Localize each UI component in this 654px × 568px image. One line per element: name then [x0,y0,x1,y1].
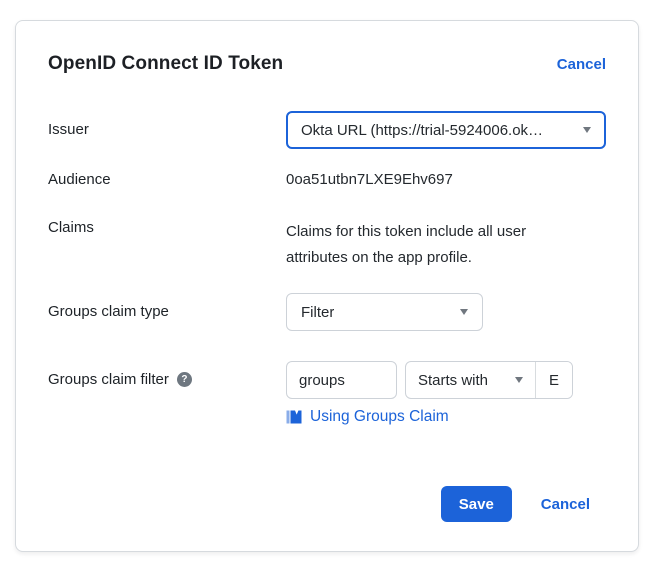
match-value-input[interactable] [535,362,572,398]
groups-claim-type-value: Filter [301,304,334,321]
card-footer: Save Cancel [48,486,606,522]
chevron-down-icon [460,309,468,315]
footer-cancel-link[interactable]: Cancel [541,496,590,513]
match-type-value: Starts with [418,372,488,389]
groups-claim-filter-label: Groups claim filter [48,371,169,388]
issuer-row: Issuer Okta URL (https://trial-5924006.o… [48,111,606,149]
save-button[interactable]: Save [441,486,512,522]
audience-row: Audience 0oa51utbn7LXE9Ehv697 [48,171,606,188]
openid-token-card: OpenID Connect ID Token Cancel Issuer Ok… [15,20,639,552]
book-icon [286,409,302,425]
chevron-down-icon [515,377,523,383]
audience-label: Audience [48,171,286,188]
filter-name-input[interactable] [286,361,397,399]
groups-claim-filter-label-wrap: Groups claim filter ? [48,361,286,426]
issuer-selected-value: Okta URL (https://trial-5924006.ok… [301,122,543,139]
claims-label: Claims [48,219,286,271]
groups-claim-type-select[interactable]: Filter [286,293,483,331]
card-header: OpenID Connect ID Token Cancel [48,53,606,75]
header-cancel-link[interactable]: Cancel [557,56,606,73]
groups-claim-type-label: Groups claim type [48,293,286,331]
page-title: OpenID Connect ID Token [48,53,283,75]
question-mark-icon[interactable]: ? [177,372,192,387]
using-groups-claim-link[interactable]: Using Groups Claim [310,408,449,426]
match-type-select[interactable]: Starts with [406,362,535,398]
chevron-down-icon [583,127,591,133]
groups-claim-type-row: Groups claim type Filter [48,293,606,331]
groups-claim-filter-row: Groups claim filter ? Starts with [48,361,606,426]
match-group: Starts with [405,361,573,399]
groups-claim-filter-controls: Starts with [286,361,606,399]
claims-row: Claims Claims for this token include all… [48,219,606,271]
claims-description: Claims for this token include all user a… [286,219,576,271]
audience-value: 0oa51utbn7LXE9Ehv697 [286,171,606,188]
issuer-select[interactable]: Okta URL (https://trial-5924006.ok… [286,111,606,149]
doc-link-row: Using Groups Claim [286,408,606,426]
page: OpenID Connect ID Token Cancel Issuer Ok… [0,0,654,568]
issuer-label: Issuer [48,111,286,149]
